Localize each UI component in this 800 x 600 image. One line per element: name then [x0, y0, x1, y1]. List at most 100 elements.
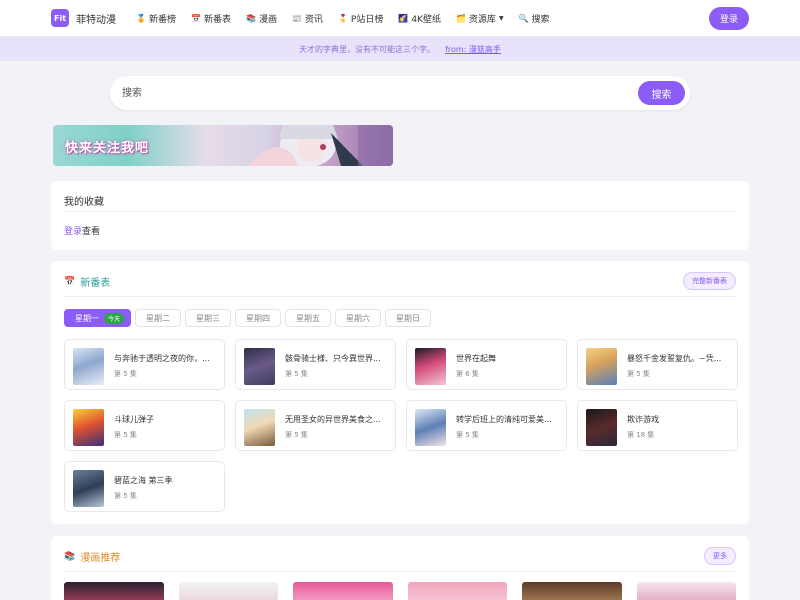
anime-episode: 第 5 集: [456, 431, 479, 439]
nav-label: 资源库: [468, 14, 496, 25]
manga-cover[interactable]: [522, 582, 622, 600]
main-nav: 🏅 新番榜 📅 新番表 📚 漫画 📰 资讯 🎖️ P站日榜 🌠 4K壁纸 🗂️ …: [136, 12, 565, 25]
nav-label: 新番榜: [148, 14, 176, 25]
anime-title: 暴怒千金发誓复仇。~凭...: [627, 354, 722, 363]
favorites-title: 我的收藏: [64, 197, 104, 208]
nav-label: 漫画: [258, 14, 277, 25]
nav-item-wallpapers[interactable]: 🌠 4K壁纸: [398, 12, 441, 25]
banner-illustration: [248, 125, 393, 166]
nav-item-search[interactable]: 🔍 搜索: [519, 12, 550, 25]
newspaper-icon: 📰: [291, 13, 302, 23]
nav-item-pixiv-daily[interactable]: 🎖️ P站日榜: [338, 12, 383, 25]
manga-cover[interactable]: [178, 582, 278, 600]
anime-cover: [244, 409, 275, 446]
more-manga-button[interactable]: 更多: [704, 547, 736, 565]
anime-list: 与奔驰于透明之夜的你，... 第 5 集 骸骨骑士様、只今異世界... 第 5 …: [64, 339, 738, 512]
weekday-tabs: 星期一 今天 星期二 星期三 星期四 星期五 星期六 星期日: [64, 309, 435, 327]
folder-icon: 🗂️: [455, 13, 466, 23]
nav-item-manga[interactable]: 📚 漫画: [246, 12, 277, 25]
search-button[interactable]: 搜索: [638, 81, 685, 105]
caret-down-icon: ▼: [498, 14, 504, 22]
manga-card: 📚 漫画推荐 更多: [51, 536, 749, 600]
anime-item[interactable]: 欺诈游戏 第 18 集: [577, 400, 738, 451]
anime-episode: 第 5 集: [627, 370, 650, 378]
nav-item-resources[interactable]: 🗂️ 资源库 ▼: [456, 12, 504, 25]
anime-cover: [415, 348, 446, 385]
anime-title: 世界在起舞: [456, 354, 496, 363]
site-name[interactable]: 菲特动漫: [76, 11, 116, 26]
nav-item-rankings[interactable]: 🏅 新番榜: [136, 12, 176, 25]
anime-item[interactable]: 暴怒千金发誓复仇。~凭... 第 5 集: [577, 339, 738, 390]
favorites-card: 我的收藏 登录查看: [51, 181, 749, 250]
manga-list: [64, 582, 736, 600]
search-box: 搜索: [110, 76, 690, 110]
manga-title: 漫画推荐: [80, 553, 121, 564]
tab-tuesday[interactable]: 星期二: [135, 309, 182, 327]
tab-saturday[interactable]: 星期六: [335, 309, 382, 327]
divider: [64, 571, 736, 572]
manga-cover[interactable]: [64, 582, 164, 600]
books-icon: 📚: [245, 13, 256, 23]
books-icon: 📚: [64, 551, 76, 562]
anime-item[interactable]: 世界在起舞 第 6 集: [406, 339, 567, 390]
anime-episode: 第 5 集: [114, 492, 137, 500]
calendar-icon: 📅: [64, 276, 76, 287]
full-schedule-button[interactable]: 完整新番表: [683, 272, 736, 290]
nav-label: 资讯: [304, 14, 323, 25]
calendar-icon: 📅: [190, 13, 201, 23]
medal-icon: 🏅: [136, 13, 146, 23]
nav-label: P站日榜: [350, 14, 384, 25]
quote-text: 天才的字典里，没有不可能这三个字。: [299, 44, 436, 54]
search-icon: 🔍: [518, 13, 529, 23]
anime-episode: 第 5 集: [114, 431, 137, 439]
anime-cover: [586, 348, 617, 385]
anime-cover: [73, 470, 104, 507]
anime-item[interactable]: 与奔驰于透明之夜的你，... 第 5 集: [64, 339, 225, 390]
anime-item[interactable]: 转学后班上的清纯可爱美... 第 5 集: [406, 400, 567, 451]
anime-item[interactable]: 斗球儿弹子 第 5 集: [64, 400, 225, 451]
anime-episode: 第 5 集: [114, 370, 137, 378]
tab-wednesday[interactable]: 星期三: [185, 309, 232, 327]
search-input[interactable]: [122, 84, 622, 102]
manga-cover[interactable]: [293, 582, 393, 600]
award-icon: 🎖️: [337, 13, 348, 23]
anime-item[interactable]: 碧蓝之海 第三季 第 5 集: [64, 461, 225, 512]
anime-title: 无用圣女的异世界美食之...: [285, 415, 381, 424]
anime-episode: 第 18 集: [627, 431, 655, 439]
quote-bar: 天才的字典里，没有不可能这三个字。 from: 漫篮高手: [0, 37, 800, 61]
manga-cover[interactable]: [407, 582, 507, 600]
anime-item[interactable]: 骸骨骑士様、只今異世界... 第 5 集: [235, 339, 396, 390]
divider: [64, 211, 736, 212]
anime-title: 骸骨骑士様、只今異世界...: [285, 354, 381, 363]
divider: [64, 296, 736, 297]
tab-monday[interactable]: 星期一 今天: [64, 309, 132, 327]
site-logo[interactable]: Fit: [51, 9, 69, 27]
manga-cover[interactable]: [636, 582, 736, 600]
favorites-login-link[interactable]: 登录: [64, 227, 82, 237]
top-navbar: Fit 菲特动漫 🏅 新番榜 📅 新番表 📚 漫画 📰 资讯 🎖️ P站日榜 🌠…: [0, 0, 800, 37]
manga-header: 📚 漫画推荐: [64, 549, 121, 565]
promo-banner[interactable]: 快来关注我吧: [53, 125, 393, 166]
nav-item-news[interactable]: 📰 资讯: [292, 12, 323, 25]
anime-cover: [586, 409, 617, 446]
favorites-login-prompt: 登录查看: [64, 224, 100, 237]
quote-source-link[interactable]: from: 漫篮高手: [445, 44, 501, 55]
tab-sunday[interactable]: 星期日: [385, 309, 432, 327]
anime-episode: 第 5 集: [285, 431, 308, 439]
nav-label: 搜索: [531, 14, 550, 25]
nav-item-schedule[interactable]: 📅 新番表: [191, 12, 231, 25]
login-button[interactable]: 登录: [709, 7, 749, 30]
anime-item[interactable]: 无用圣女的异世界美食之... 第 5 集: [235, 400, 396, 451]
anime-cover: [73, 409, 104, 446]
tab-thursday[interactable]: 星期四: [235, 309, 282, 327]
today-badge: 今天: [104, 312, 125, 324]
tab-friday[interactable]: 星期五: [285, 309, 332, 327]
anime-title: 转学后班上的清纯可爱美...: [456, 415, 552, 424]
anime-episode: 第 6 集: [456, 370, 479, 378]
schedule-title: 新番表: [80, 278, 111, 289]
anime-cover: [244, 348, 275, 385]
nav-label: 新番表: [203, 14, 231, 25]
nav-label: 4K壁纸: [411, 14, 441, 25]
anime-title: 碧蓝之海 第三季: [114, 476, 173, 485]
banner-text: 快来关注我吧: [65, 141, 150, 156]
